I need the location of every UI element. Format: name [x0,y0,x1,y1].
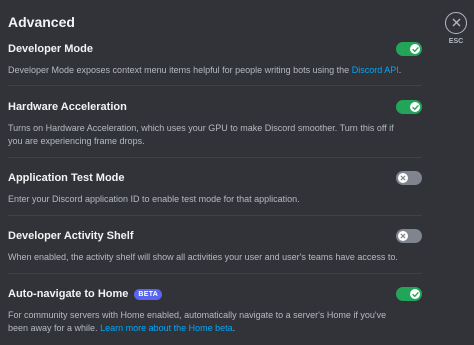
auto-navigate-home-toggle[interactable] [396,287,422,301]
setting-description: Enter your Discord application ID to ena… [8,194,300,204]
discord-api-link[interactable]: Discord API [352,65,399,75]
setting-developer-mode: Developer Mode Developer Mode exposes co… [8,40,422,77]
setting-label: Developer Mode [8,43,93,55]
setting-label: Application Test Mode [8,172,125,184]
esc-label: ESC [448,38,464,45]
divider [8,157,422,158]
settings-page: Advanced Developer Mode Developer Mode e… [0,0,474,345]
developer-mode-toggle[interactable] [396,42,422,56]
setting-developer-activity-shelf: Developer Activity Shelf When enabled, t… [8,227,422,264]
check-icon [410,102,420,112]
divider [8,215,422,216]
x-icon [398,231,408,241]
check-icon [410,44,420,54]
setting-hardware-acceleration: Hardware Acceleration Turns on Hardware … [8,98,422,148]
close-button[interactable] [445,12,467,34]
setting-description: Turns on Hardware Acceleration, which us… [8,123,394,146]
divider [8,85,422,86]
check-icon [410,289,420,299]
setting-label: Hardware Acceleration [8,101,127,113]
application-test-mode-toggle[interactable] [396,171,422,185]
x-icon [398,173,408,183]
setting-description: When enabled, the activity shelf will sh… [8,252,398,262]
setting-description: For community servers with Home enabled,… [8,310,387,333]
hardware-acceleration-toggle[interactable] [396,100,422,114]
setting-label: Auto-navigate to Home [8,288,129,300]
developer-activity-shelf-toggle[interactable] [396,229,422,243]
setting-application-test-mode: Application Test Mode Enter your Discord… [8,169,422,206]
setting-description: Developer Mode exposes context menu item… [8,65,402,75]
beta-badge: BETA [134,288,163,300]
setting-auto-navigate-home: Auto-navigate to Home BETA For community… [8,285,422,335]
page-title: Advanced [8,14,75,30]
home-beta-link[interactable]: Learn more about the Home beta [100,323,233,333]
setting-label-row: Auto-navigate to Home BETA [8,288,163,300]
setting-label: Developer Activity Shelf [8,230,134,242]
close-icon [452,14,461,32]
divider [8,273,422,274]
close-control: ESC [442,12,470,45]
